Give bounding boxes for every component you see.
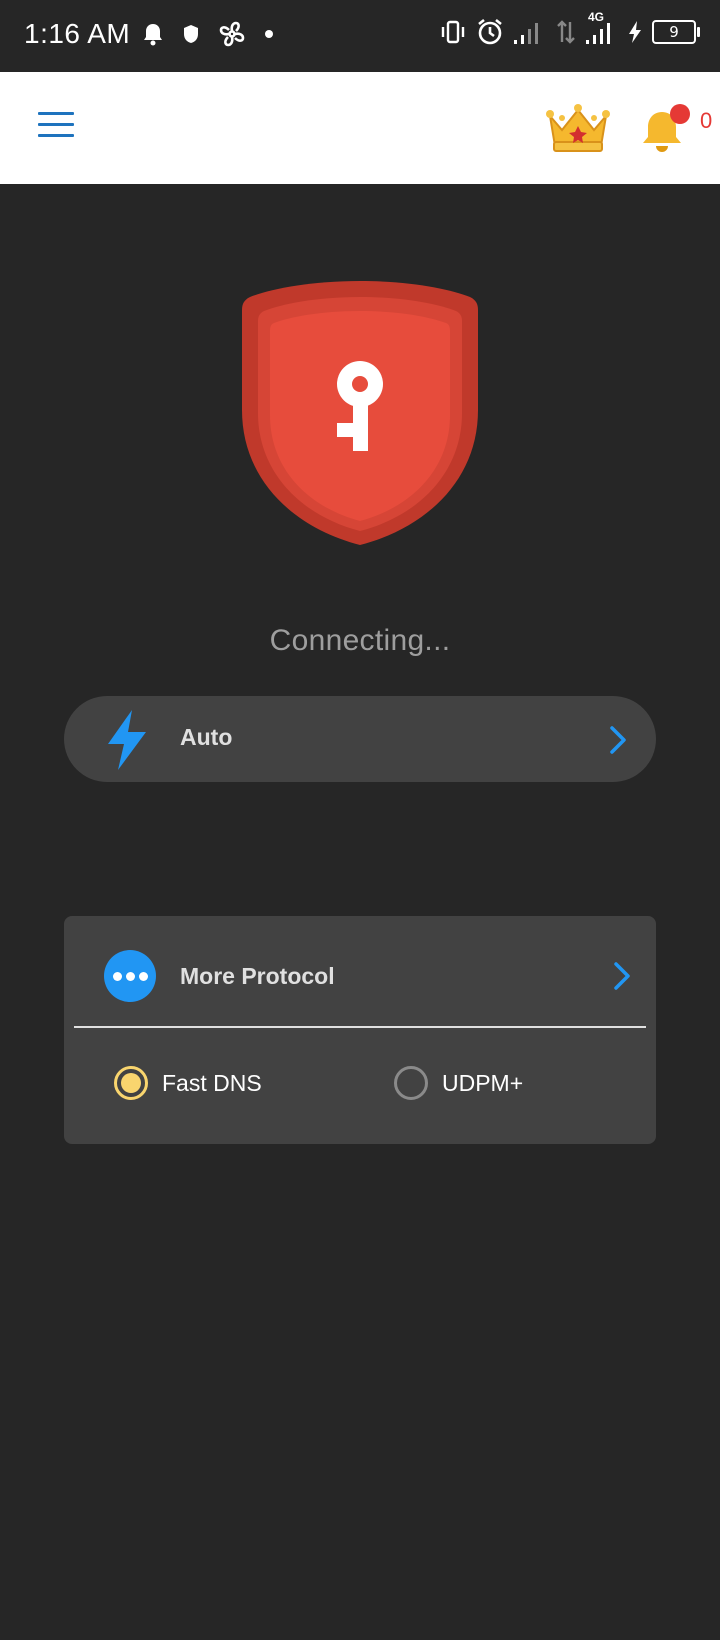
vibrate-icon <box>440 20 466 44</box>
dot-icon <box>264 29 274 39</box>
status-icons-left <box>142 20 274 48</box>
status-time: 1:16 AM <box>24 18 131 49</box>
radio-label: UDPM+ <box>442 1069 524 1096</box>
server-label: Auto <box>180 724 233 750</box>
chevron-right-icon <box>608 724 628 761</box>
bell-icon <box>142 22 164 46</box>
more-protocol-button[interactable]: More Protocol <box>64 916 656 1028</box>
status-icons-right: 4G 9 <box>440 10 700 46</box>
more-dots-icon <box>104 950 156 1002</box>
connection-status: Connecting... <box>269 624 451 657</box>
charging-icon <box>628 21 642 43</box>
hamburger-menu-icon[interactable] <box>38 112 74 140</box>
radio-checked-icon[interactable] <box>114 1066 148 1100</box>
battery-icon: 9 <box>652 20 700 44</box>
notification-count: 0 <box>700 108 713 133</box>
server-selector-button[interactable]: Auto <box>64 696 656 782</box>
crown-icon[interactable] <box>544 102 612 159</box>
radio-udpm[interactable]: UDPM+ <box>394 1066 523 1100</box>
signal-icon <box>514 20 546 44</box>
chevron-right-icon <box>612 960 632 997</box>
more-protocol-title: More Protocol <box>180 963 335 989</box>
network-type-label: 4G <box>588 10 605 24</box>
radio-unchecked-icon[interactable] <box>394 1066 428 1100</box>
divider <box>74 1026 646 1028</box>
shield-icon <box>182 24 200 44</box>
status-bar: 1:16 AM 4G 9 <box>0 0 720 72</box>
notification-bell-icon[interactable] <box>638 102 694 163</box>
app-bar: 0 <box>0 72 720 184</box>
radio-label: Fast DNS <box>162 1069 262 1096</box>
alarm-icon <box>476 18 504 46</box>
protocol-card: More Protocol Fast DNS UDPM+ <box>64 916 656 1144</box>
data-arrows-icon <box>556 20 576 44</box>
signal-4g-icon: 4G <box>586 10 618 44</box>
shield-key-icon[interactable] <box>240 277 480 554</box>
fan-icon <box>218 20 246 48</box>
lightning-bolt-icon <box>104 710 150 775</box>
radio-fast-dns[interactable]: Fast DNS <box>114 1066 262 1100</box>
